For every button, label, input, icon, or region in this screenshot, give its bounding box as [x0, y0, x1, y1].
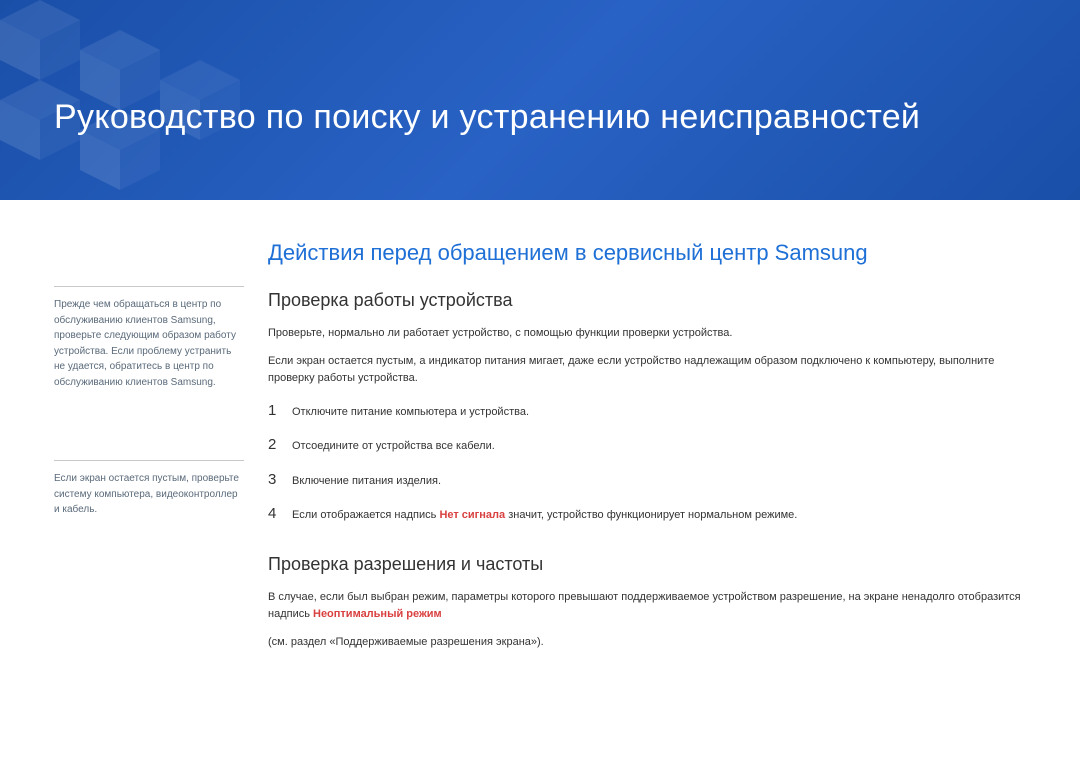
step-text: Отключите питание компьютера и устройств…	[292, 404, 529, 421]
step-text: Включение питания изделия.	[292, 473, 441, 490]
content-wrapper: Прежде чем обращаться в центр по обслужи…	[0, 200, 1080, 662]
section-title: Действия перед обращением в сервисный це…	[268, 240, 1042, 266]
subsection-title-2: Проверка разрешения и частоты	[268, 554, 1042, 575]
step-number: 4	[268, 505, 292, 522]
step-item: 3 Включение питания изделия.	[268, 471, 1042, 490]
body-text: (см. раздел «Поддерживаемые разрешения э…	[268, 634, 1042, 652]
step-number: 3	[268, 471, 292, 488]
step-text: Если отображается надпись Нет сигнала зн…	[292, 507, 797, 524]
step-text-part: Если отображается надпись	[292, 509, 439, 521]
step-item: 2 Отсоедините от устройства все кабели.	[268, 436, 1042, 455]
step-text-part: значит, устройство функционирует нормаль…	[505, 509, 797, 521]
step-number: 1	[268, 402, 292, 419]
highlight-text: Неоптимальный режим	[313, 608, 442, 620]
highlight-text: Нет сигнала	[439, 509, 505, 521]
step-text: Отсоедините от устройства все кабели.	[292, 438, 495, 455]
body-text: Проверьте, нормально ли работает устройс…	[268, 325, 1042, 343]
sidebar-note-1: Прежде чем обращаться в центр по обслужи…	[54, 286, 244, 390]
step-item: 1 Отключите питание компьютера и устройс…	[268, 402, 1042, 421]
header-banner: Руководство по поиску и устранению неисп…	[0, 0, 1080, 200]
subsection-title-1: Проверка работы устройства	[268, 290, 1042, 311]
page-title: Руководство по поиску и устранению неисп…	[54, 98, 920, 137]
body-text: В случае, если был выбран режим, парамет…	[268, 589, 1042, 624]
main-content: Действия перед обращением в сервисный це…	[268, 240, 1042, 662]
sidebar-note-2: Если экран остается пустым, проверьте си…	[54, 460, 244, 518]
step-number: 2	[268, 436, 292, 453]
body-text: Если экран остается пустым, а индикатор …	[268, 353, 1042, 388]
step-item: 4 Если отображается надпись Нет сигнала …	[268, 505, 1042, 524]
steps-list: 1 Отключите питание компьютера и устройс…	[268, 402, 1042, 524]
sidebar: Прежде чем обращаться в центр по обслужи…	[54, 240, 244, 662]
